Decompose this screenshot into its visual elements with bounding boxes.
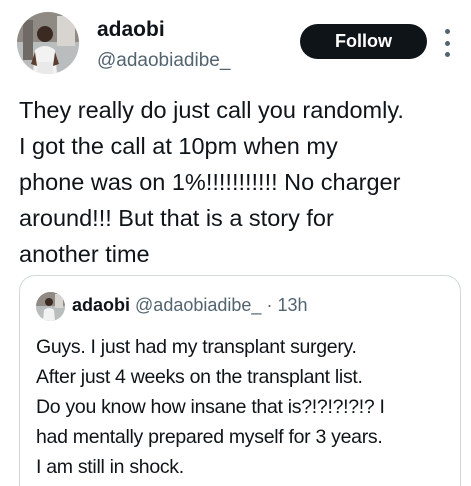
more-dot: [444, 40, 450, 46]
follow-button[interactable]: Follow: [300, 24, 427, 59]
author-handle[interactable]: @adaobiadibe_: [97, 50, 230, 72]
quoted-tweet-card[interactable]: adaobi @adaobiadibe_ · 13h Guys. I just …: [19, 275, 461, 486]
tweet-text: They really do just call you randomly. I…: [19, 97, 404, 267]
quoted-tweet-header: adaobi @adaobiadibe_ · 13h: [72, 295, 308, 316]
more-vertical-icon[interactable]: [440, 29, 454, 57]
author-display-name[interactable]: adaobi: [97, 18, 165, 42]
quoted-author-display-name: adaobi: [72, 295, 131, 315]
quoted-separator: ·: [266, 295, 273, 315]
more-dot: [444, 29, 450, 34]
quoted-author-handle: @adaobiadibe_: [135, 295, 262, 315]
more-dot: [444, 52, 450, 57]
quoted-timestamp: 13h: [277, 295, 308, 315]
author-avatar[interactable]: [17, 12, 79, 74]
quoted-avatar-photo: [36, 292, 65, 321]
avatar-photo: [17, 12, 79, 74]
quoted-tweet-text: Guys. I just had my transplant surgery. …: [36, 336, 385, 478]
quoted-author-avatar: [36, 292, 65, 321]
